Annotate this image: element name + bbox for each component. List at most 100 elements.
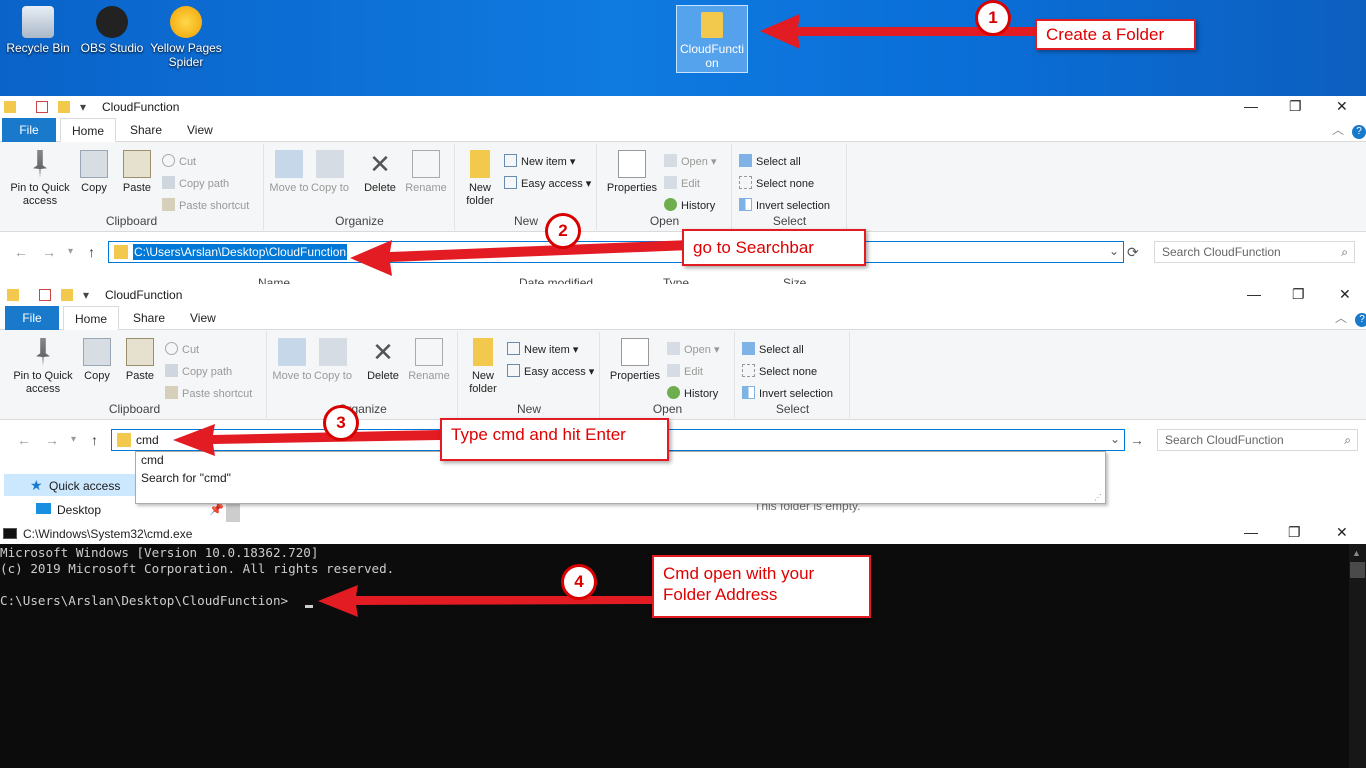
suggestion-item[interactable]: Search for "cmd" bbox=[141, 471, 231, 485]
paste-shortcut-button[interactable]: Paste shortcut bbox=[165, 386, 252, 400]
history-button[interactable]: History bbox=[664, 198, 715, 212]
folder-icon bbox=[4, 101, 16, 113]
easy-access-button[interactable]: Easy access ▾ bbox=[507, 364, 594, 378]
scroll-up-icon[interactable]: ▲ bbox=[1352, 548, 1361, 558]
back-icon[interactable]: ← bbox=[14, 244, 28, 260]
move-to-button[interactable]: Move to bbox=[272, 338, 312, 383]
scroll-thumb[interactable] bbox=[1350, 562, 1365, 578]
chevron-down-icon[interactable]: ▾ bbox=[83, 288, 89, 302]
tab-share[interactable]: Share bbox=[119, 118, 173, 142]
delete-button[interactable]: ✕ Delete bbox=[364, 338, 402, 383]
close-button[interactable]: ✕ bbox=[1339, 286, 1351, 303]
chevron-down-icon[interactable]: ⌄ bbox=[1109, 244, 1119, 258]
new-folder-button[interactable]: New folder bbox=[460, 150, 500, 208]
new-item-button[interactable]: New item ▾ bbox=[504, 154, 575, 168]
group-label: Open bbox=[652, 402, 683, 416]
open-button[interactable]: Open ▾ bbox=[664, 154, 717, 168]
back-icon[interactable]: ← bbox=[17, 432, 31, 448]
pin-to-quick-access-button[interactable]: Pin to Quick access bbox=[6, 150, 74, 208]
obs-studio-shortcut[interactable]: OBS Studio bbox=[74, 6, 150, 55]
help-icon[interactable]: ? bbox=[1341, 118, 1366, 142]
easy-access-button[interactable]: Easy access ▾ bbox=[504, 176, 591, 190]
up-icon[interactable]: ↑ bbox=[88, 244, 95, 260]
search-input[interactable]: Search CloudFunction ⌕ bbox=[1157, 429, 1358, 451]
minimize-button[interactable]: — bbox=[1244, 98, 1258, 114]
help-icon[interactable]: ? bbox=[1344, 306, 1366, 330]
paste-shortcut-button[interactable]: Paste shortcut bbox=[162, 198, 249, 212]
invert-selection-button[interactable]: Invert selection bbox=[742, 386, 833, 400]
copy-button[interactable]: Copy bbox=[76, 150, 112, 195]
cloudfunction-folder[interactable]: CloudFunction bbox=[676, 5, 748, 73]
new-folder-button[interactable]: New folder bbox=[463, 338, 503, 396]
copy-path-button[interactable]: Copy path bbox=[162, 176, 229, 190]
new-folder-icon[interactable] bbox=[58, 101, 70, 113]
tab-view[interactable]: View bbox=[179, 306, 227, 330]
cut-button[interactable]: Cut bbox=[165, 342, 199, 356]
tab-file[interactable]: File bbox=[2, 118, 56, 142]
console-prompt[interactable]: C:\Users\Arslan\Desktop\CloudFunction> bbox=[0, 593, 288, 608]
select-all-button[interactable]: Select all bbox=[739, 154, 801, 168]
select-all-button[interactable]: Select all bbox=[742, 342, 804, 356]
chevron-down-icon[interactable]: ▾ bbox=[80, 100, 86, 114]
properties-button[interactable]: Properties bbox=[602, 150, 662, 195]
recent-locations-icon[interactable]: ▾ bbox=[71, 434, 76, 445]
search-input[interactable]: Search CloudFunction ⌕ bbox=[1154, 241, 1355, 263]
close-button[interactable]: ✕ bbox=[1336, 524, 1348, 541]
recycle-bin-shortcut[interactable]: Recycle Bin bbox=[0, 6, 76, 55]
open-group: Properties Open ▾ Edit History Open bbox=[601, 332, 735, 418]
tab-view[interactable]: View bbox=[176, 118, 224, 142]
cut-button[interactable]: Cut bbox=[162, 154, 196, 168]
up-icon[interactable]: ↑ bbox=[91, 432, 98, 448]
recent-locations-icon[interactable]: ▾ bbox=[68, 246, 73, 257]
delete-button[interactable]: ✕ Delete bbox=[361, 150, 399, 195]
address-input[interactable]: C:\Users\Arslan\Desktop\CloudFunction ⌄ bbox=[108, 241, 1124, 263]
forward-icon[interactable]: → bbox=[45, 432, 59, 448]
label: New folder bbox=[466, 182, 494, 207]
pin-to-quick-access-button[interactable]: Pin to Quick access bbox=[9, 338, 77, 396]
invert-selection-button[interactable]: Invert selection bbox=[739, 198, 830, 212]
copy-button[interactable]: Copy bbox=[79, 338, 115, 383]
suggestion-item[interactable]: cmd bbox=[141, 453, 164, 467]
refresh-icon[interactable]: ⟳ bbox=[1127, 244, 1139, 261]
properties-icon bbox=[618, 150, 646, 178]
new-folder-icon[interactable] bbox=[61, 289, 73, 301]
go-arrow-icon[interactable]: → bbox=[1130, 432, 1144, 448]
edit-button[interactable]: Edit bbox=[667, 364, 703, 378]
select-none-button[interactable]: Select none bbox=[742, 364, 817, 378]
rename-button[interactable]: Rename bbox=[406, 338, 452, 383]
properties-icon[interactable] bbox=[39, 289, 51, 301]
maximize-button[interactable]: ❐ bbox=[1292, 286, 1305, 303]
yellow-pages-spider-shortcut[interactable]: Yellow Pages Spider bbox=[148, 6, 224, 69]
tab-file[interactable]: File bbox=[5, 306, 59, 330]
copy-to-button[interactable]: Copy to bbox=[311, 150, 349, 195]
history-button[interactable]: History bbox=[667, 386, 718, 400]
new-item-button[interactable]: New item ▾ bbox=[507, 342, 578, 356]
minimize-button[interactable]: — bbox=[1247, 286, 1261, 302]
properties-button[interactable]: Properties bbox=[605, 338, 665, 383]
cmd-scrollbar[interactable]: ▲ bbox=[1349, 544, 1366, 768]
forward-icon[interactable]: → bbox=[42, 244, 56, 260]
tab-share[interactable]: Share bbox=[122, 306, 176, 330]
copy-path-button[interactable]: Copy path bbox=[165, 364, 232, 378]
copy-to-button[interactable]: Copy to bbox=[314, 338, 352, 383]
edit-button[interactable]: Edit bbox=[664, 176, 700, 190]
maximize-button[interactable]: ❐ bbox=[1289, 98, 1302, 115]
minimize-button[interactable]: — bbox=[1244, 524, 1258, 540]
resize-grip-icon[interactable]: ⋰ bbox=[1094, 493, 1102, 502]
properties-icon[interactable] bbox=[36, 101, 48, 113]
select-none-button[interactable]: Select none bbox=[739, 176, 814, 190]
open-button[interactable]: Open ▾ bbox=[667, 342, 720, 356]
group-label: Organize bbox=[338, 402, 387, 416]
maximize-button[interactable]: ❐ bbox=[1288, 524, 1301, 541]
label: Select none bbox=[756, 178, 815, 190]
tab-home[interactable]: Home bbox=[63, 306, 120, 331]
move-to-button[interactable]: Move to bbox=[269, 150, 309, 195]
paste-button[interactable]: Paste bbox=[121, 338, 159, 383]
paste-button[interactable]: Paste bbox=[118, 150, 156, 195]
close-button[interactable]: ✕ bbox=[1336, 98, 1348, 115]
chevron-down-icon[interactable]: ⌄ bbox=[1110, 432, 1120, 446]
rename-button[interactable]: Rename bbox=[403, 150, 449, 195]
label: Properties bbox=[609, 370, 661, 382]
tab-home[interactable]: Home bbox=[60, 118, 117, 143]
invert-icon bbox=[739, 198, 752, 211]
